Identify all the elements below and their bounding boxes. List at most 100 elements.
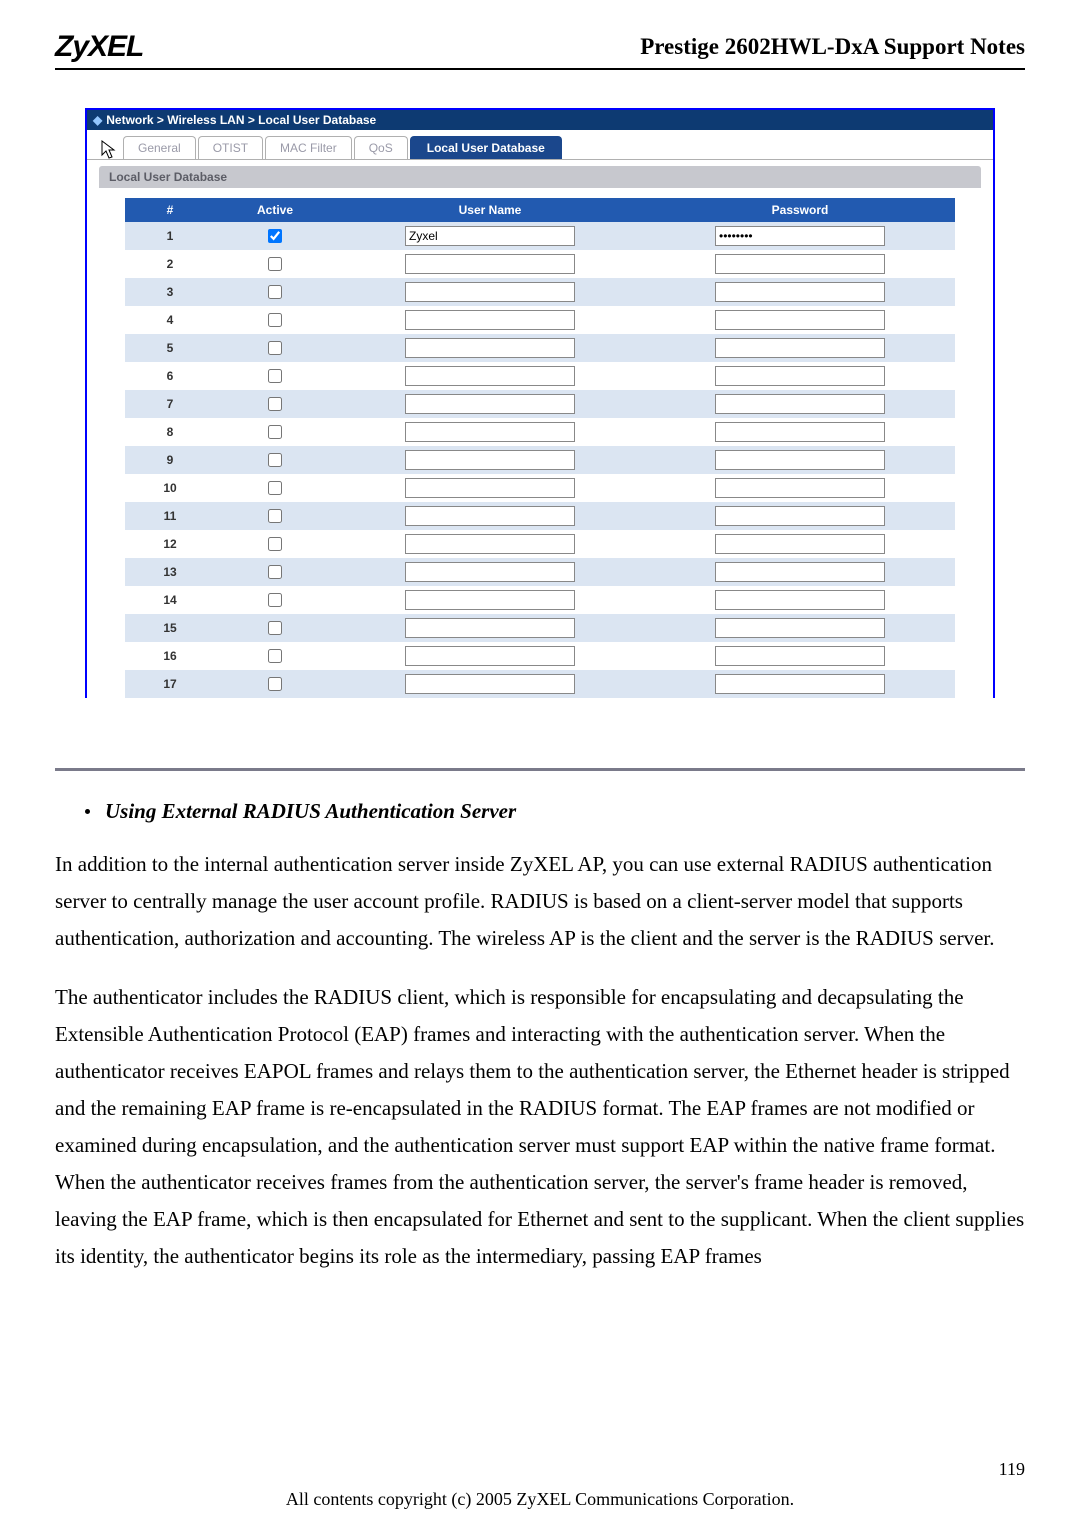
table-row: 4 xyxy=(125,306,955,334)
password-input[interactable] xyxy=(715,534,885,554)
row-index: 6 xyxy=(125,362,215,390)
active-checkbox[interactable] xyxy=(268,425,282,439)
password-input[interactable] xyxy=(715,562,885,582)
username-input[interactable] xyxy=(405,226,575,246)
username-input[interactable] xyxy=(405,646,575,666)
username-input[interactable] xyxy=(405,394,575,414)
table-row: 13 xyxy=(125,558,955,586)
table-row: 5 xyxy=(125,334,955,362)
active-checkbox[interactable] xyxy=(268,481,282,495)
username-input[interactable] xyxy=(405,674,575,694)
cursor-icon xyxy=(101,140,117,160)
active-checkbox[interactable] xyxy=(268,453,282,467)
row-index: 2 xyxy=(125,250,215,278)
password-input[interactable] xyxy=(715,366,885,386)
active-checkbox[interactable] xyxy=(268,285,282,299)
password-input[interactable] xyxy=(715,590,885,610)
row-index: 9 xyxy=(125,446,215,474)
username-input[interactable] xyxy=(405,562,575,582)
row-index: 12 xyxy=(125,530,215,558)
username-input[interactable] xyxy=(405,618,575,638)
username-input[interactable] xyxy=(405,450,575,470)
username-input[interactable] xyxy=(405,282,575,302)
section-heading: Using External RADIUS Authentication Ser… xyxy=(105,799,1025,824)
column-header-active: Active xyxy=(215,198,335,222)
tab-local-user-database[interactable]: Local User Database xyxy=(410,136,562,159)
active-checkbox[interactable] xyxy=(268,649,282,663)
breadcrumb-text: Network > Wireless LAN > Local User Data… xyxy=(106,113,376,127)
table-row: 6 xyxy=(125,362,955,390)
password-input[interactable] xyxy=(715,506,885,526)
section-divider xyxy=(55,768,1025,771)
active-checkbox[interactable] xyxy=(268,565,282,579)
active-checkbox[interactable] xyxy=(268,369,282,383)
section-title: Local User Database xyxy=(99,166,981,188)
table-row: 2 xyxy=(125,250,955,278)
username-input[interactable] xyxy=(405,534,575,554)
row-index: 5 xyxy=(125,334,215,362)
tab-otist[interactable]: OTIST xyxy=(198,136,263,159)
table-row: 9 xyxy=(125,446,955,474)
active-checkbox[interactable] xyxy=(268,313,282,327)
document-title: Prestige 2602HWL-DxA Support Notes xyxy=(640,34,1025,60)
username-input[interactable] xyxy=(405,506,575,526)
password-input[interactable] xyxy=(715,394,885,414)
password-input[interactable] xyxy=(715,450,885,470)
row-index: 16 xyxy=(125,642,215,670)
active-checkbox[interactable] xyxy=(268,257,282,271)
active-checkbox[interactable] xyxy=(268,677,282,691)
row-index: 10 xyxy=(125,474,215,502)
bullet-icon xyxy=(85,809,90,814)
row-index: 7 xyxy=(125,390,215,418)
table-row: 14 xyxy=(125,586,955,614)
password-input[interactable] xyxy=(715,478,885,498)
table-row: 11 xyxy=(125,502,955,530)
breadcrumb: ◆Network > Wireless LAN > Local User Dat… xyxy=(87,110,993,130)
password-input[interactable] xyxy=(715,422,885,442)
active-checkbox[interactable] xyxy=(268,397,282,411)
username-input[interactable] xyxy=(405,478,575,498)
password-input[interactable] xyxy=(715,226,885,246)
username-input[interactable] xyxy=(405,254,575,274)
row-index: 1 xyxy=(125,222,215,250)
row-index: 8 xyxy=(125,418,215,446)
username-input[interactable] xyxy=(405,590,575,610)
tab-qos[interactable]: QoS xyxy=(354,136,408,159)
row-index: 17 xyxy=(125,670,215,698)
username-input[interactable] xyxy=(405,366,575,386)
page-number: 119 xyxy=(999,1459,1025,1480)
row-index: 4 xyxy=(125,306,215,334)
password-input[interactable] xyxy=(715,674,885,694)
page-header: ZyXEL Prestige 2602HWL-DxA Support Notes xyxy=(55,30,1025,70)
table-row: 1 xyxy=(125,222,955,250)
password-input[interactable] xyxy=(715,254,885,274)
password-input[interactable] xyxy=(715,310,885,330)
active-checkbox[interactable] xyxy=(268,509,282,523)
password-input[interactable] xyxy=(715,646,885,666)
active-checkbox[interactable] xyxy=(268,341,282,355)
active-checkbox[interactable] xyxy=(268,229,282,243)
logo-text: ZyXEL xyxy=(55,30,143,64)
table-row: 10 xyxy=(125,474,955,502)
table-row: 3 xyxy=(125,278,955,306)
password-input[interactable] xyxy=(715,282,885,302)
username-input[interactable] xyxy=(405,310,575,330)
tab-general[interactable]: General xyxy=(123,136,196,159)
username-input[interactable] xyxy=(405,422,575,442)
paragraph-1: In addition to the internal authenticati… xyxy=(55,846,1025,957)
user-database-table: # Active User Name Password 123456789101… xyxy=(125,198,955,698)
row-index: 3 xyxy=(125,278,215,306)
tab-mac-filter[interactable]: MAC Filter xyxy=(265,136,352,159)
table-row: 16 xyxy=(125,642,955,670)
active-checkbox[interactable] xyxy=(268,621,282,635)
username-input[interactable] xyxy=(405,338,575,358)
column-header-password: Password xyxy=(645,198,955,222)
column-header-index: # xyxy=(125,198,215,222)
active-checkbox[interactable] xyxy=(268,537,282,551)
column-header-username: User Name xyxy=(335,198,645,222)
password-input[interactable] xyxy=(715,618,885,638)
paragraph-2: The authenticator includes the RADIUS cl… xyxy=(55,979,1025,1275)
password-input[interactable] xyxy=(715,338,885,358)
active-checkbox[interactable] xyxy=(268,593,282,607)
row-index: 11 xyxy=(125,502,215,530)
